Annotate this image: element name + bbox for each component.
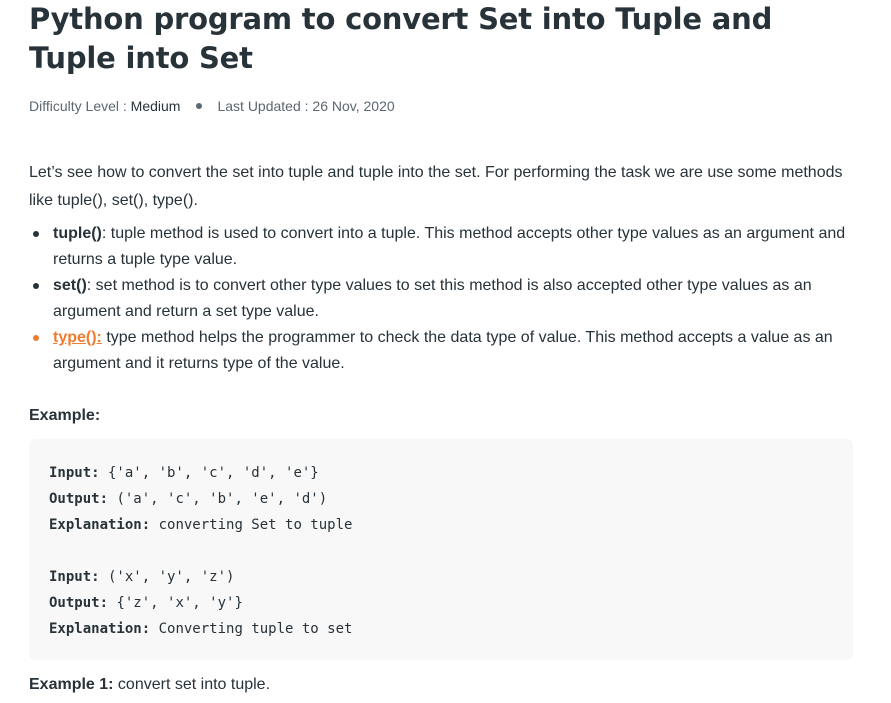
code-line-explanation: Explanation: Converting tuple to set: [49, 616, 853, 642]
example-1-paragraph: Example 1: convert set into tuple.: [29, 674, 859, 696]
method-description: type method helps the programmer to chec…: [53, 329, 833, 372]
code-value: {'z', 'x', 'y'}: [108, 595, 243, 611]
difficulty-label: Difficulty Level :: [29, 98, 131, 114]
code-label: Input:: [49, 465, 100, 481]
list-item: tuple(): tuple method is used to convert…: [33, 221, 853, 273]
example-heading: Example:: [29, 407, 101, 424]
code-line-input: Input: {'a', 'b', 'c', 'd', 'e'}: [49, 460, 853, 486]
updated-label: Last Updated :: [217, 98, 313, 114]
code-line-output: Output: {'z', 'x', 'y'}: [49, 590, 853, 616]
example-1-text: convert set into tuple.: [113, 676, 271, 693]
method-description: : tuple method is used to convert into a…: [53, 225, 846, 268]
code-label: Input:: [49, 569, 100, 585]
code-gap: [49, 538, 853, 564]
page-title: Python program to convert Set into Tuple…: [29, 2, 773, 75]
code-block: Input: {'a', 'b', 'c', 'd', 'e'} Output:…: [29, 439, 853, 660]
updated-value: 26 Nov, 2020: [312, 98, 395, 114]
example-1-label: Example 1:: [29, 676, 114, 693]
code-line-output: Output: ('a', 'c', 'b', 'e', 'd'): [49, 486, 853, 512]
difficulty-value: Medium: [130, 98, 181, 114]
code-label: Output:: [49, 491, 109, 507]
code-value: converting Set to tuple: [150, 517, 353, 533]
intro-paragraph: Let’s see how to convert the set into tu…: [29, 164, 843, 209]
method-description: : set method is to convert other type va…: [53, 277, 812, 320]
code-line-input: Input: ('x', 'y', 'z'): [49, 564, 853, 590]
code-label: Explanation:: [49, 517, 151, 533]
code-label: Explanation:: [49, 621, 151, 637]
type-method-link[interactable]: type():: [53, 329, 102, 346]
code-value: ('a', 'c', 'b', 'e', 'd'): [108, 491, 328, 507]
code-label: Output:: [49, 595, 109, 611]
list-item: set(): set method is to convert other ty…: [33, 273, 853, 325]
code-value: ('x', 'y', 'z'): [99, 569, 235, 585]
article-meta: Difficulty Level : Medium Last Updated :…: [29, 97, 859, 115]
method-name: tuple(): [53, 225, 102, 242]
code-line-explanation: Explanation: converting Set to tuple: [49, 512, 853, 538]
meta-separator-dot: [196, 103, 203, 109]
methods-list: tuple(): tuple method is used to convert…: [29, 221, 859, 377]
code-value: Converting tuple to set: [150, 621, 353, 637]
article: Python program to convert Set into Tuple…: [29, 0, 859, 696]
list-item: type(): type method helps the programmer…: [33, 325, 853, 377]
code-value: {'a', 'b', 'c', 'd', 'e'}: [99, 465, 319, 481]
method-name: set(): [53, 277, 87, 294]
